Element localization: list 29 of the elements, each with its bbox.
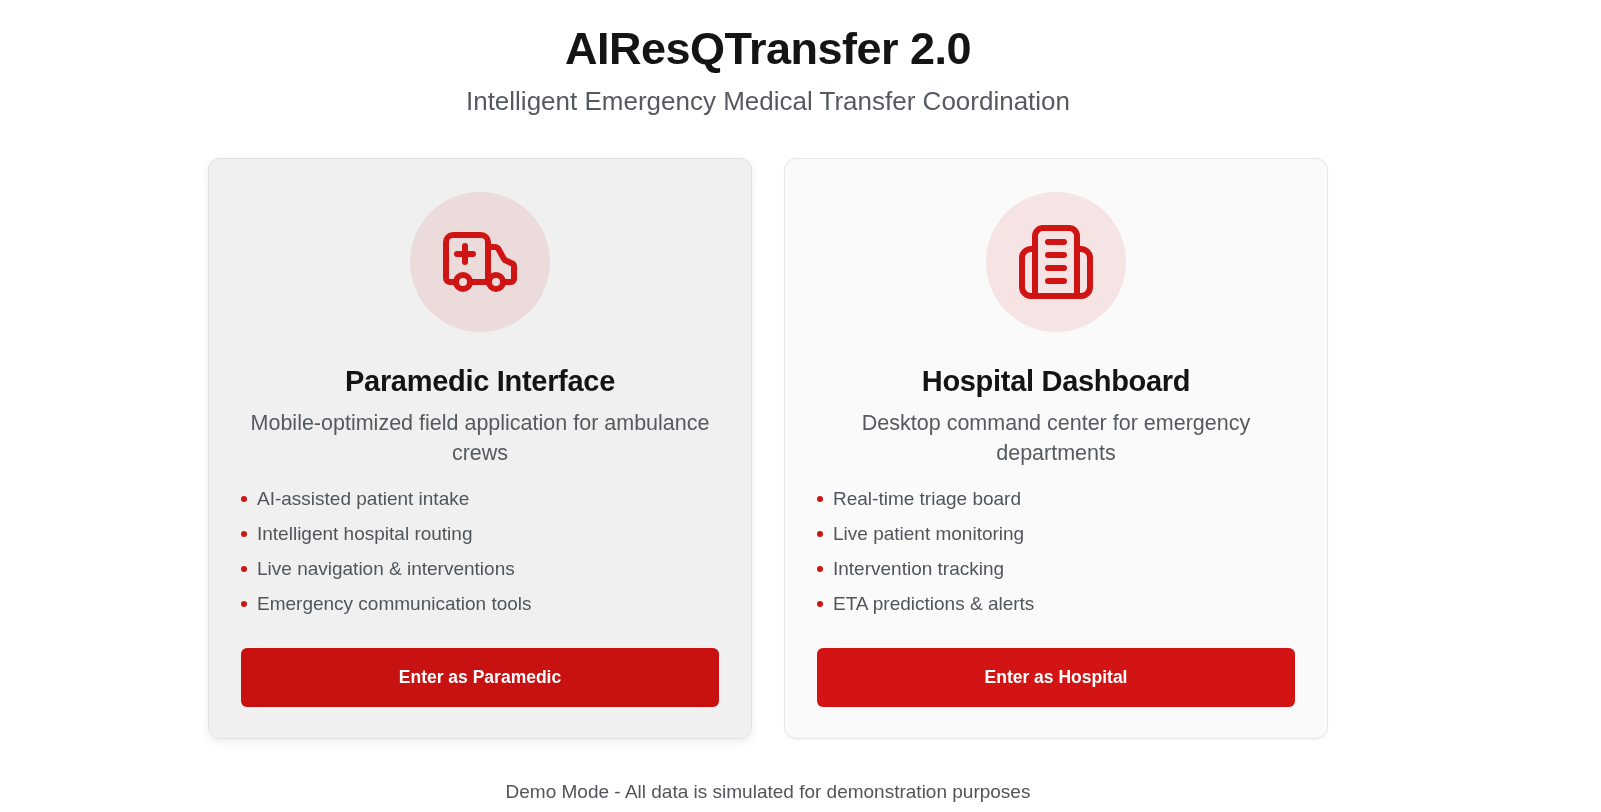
portal-card[interactable]: Hospital Dashboard Desktop command center for emergency departments Real-time triage board Live patient monitoring Intervention tracking ETA predictions & alerts Enter as Hospital (784, 158, 1328, 739)
feature-text: Real-time triage board (833, 488, 1021, 510)
card-description: Mobile-optimized field application for ambulance crews (249, 410, 711, 467)
bullet-icon (241, 531, 247, 537)
bullet-icon (817, 566, 823, 572)
ambulance-icon (443, 232, 517, 292)
feature-text: AI-assisted patient intake (257, 488, 470, 510)
card-description: Desktop command center for emergency departments (860, 410, 1252, 467)
feature-text: Live navigation & interventions (257, 558, 515, 580)
feature-text: Emergency communication tools (257, 593, 532, 615)
portal-card[interactable] (208, 158, 752, 739)
bullet-icon (817, 601, 823, 607)
bullet-icon (817, 531, 823, 537)
demo-note: Demo Mode - All data is simulated for demonstration purposes (505, 781, 1031, 803)
bullet-icon (241, 566, 247, 572)
bullet-icon (817, 496, 823, 502)
app-title: AIResQTransfer 2.0 (564, 22, 972, 76)
feature-text: Live patient monitoring (833, 523, 1025, 545)
enter-button[interactable]: Enter as Paramedic (241, 648, 719, 707)
bullet-icon (241, 601, 247, 607)
app-subtitle: Intelligent Emergency Medical Transfer Coordination (465, 86, 1071, 116)
card-title: Paramedic Interface (345, 364, 615, 399)
feature-text: ETA predictions & alerts (833, 593, 1035, 615)
feature-text: Intelligent hospital routing (257, 523, 473, 545)
enter-button[interactable]: Enter as Hospital (817, 648, 1295, 707)
building-icon (1019, 225, 1093, 299)
card-title: Hospital Dashboard (921, 364, 1191, 399)
feature-text: Intervention tracking (833, 558, 1005, 580)
bullet-icon (241, 496, 247, 502)
